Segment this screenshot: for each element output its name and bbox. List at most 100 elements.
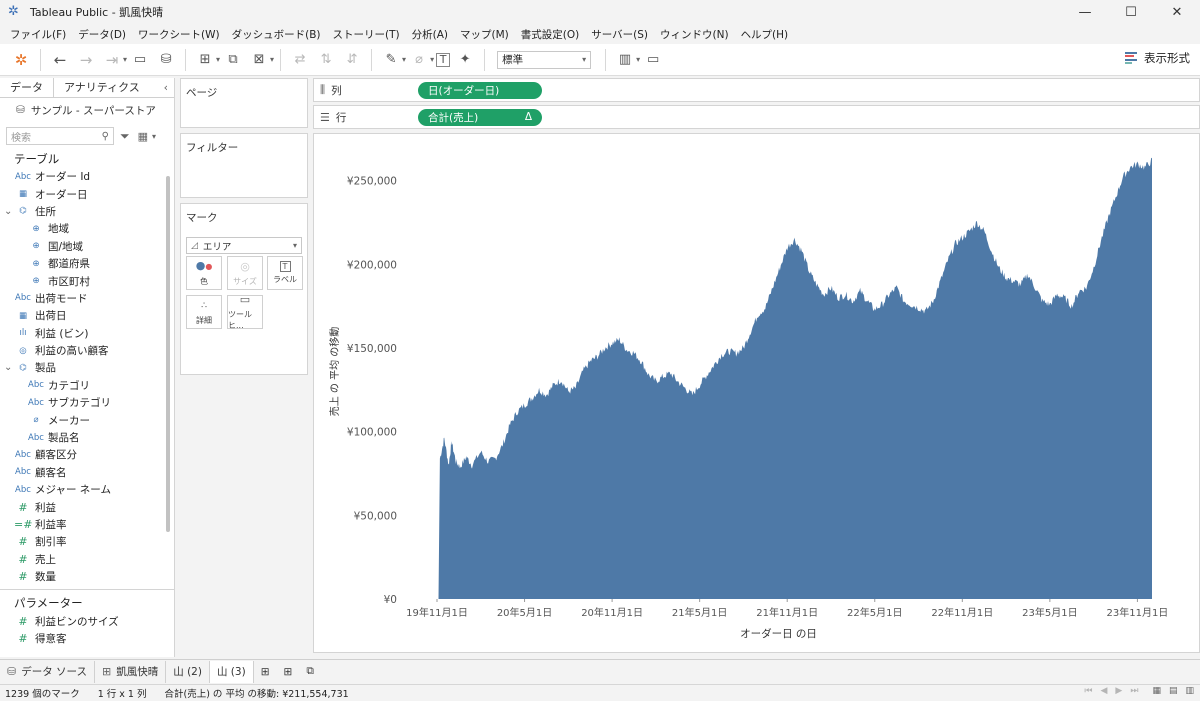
tab-analytics[interactable]: アナリティクス: [54, 78, 150, 97]
field-item[interactable]: ⌄ ⌬ 製品: [0, 359, 174, 376]
group-members-icon[interactable]: ⌀: [408, 48, 430, 72]
field-item[interactable]: ◎ 利益の高い顧客: [0, 342, 174, 359]
field-item[interactable]: ⌄ ⌬ 住所: [0, 203, 174, 220]
field-item[interactable]: Abc 製品名: [0, 429, 174, 446]
show-me-button[interactable]: 表示形式: [1125, 50, 1190, 66]
sheet-sorter-icon[interactable]: ▦: [1152, 686, 1161, 696]
field-item[interactable]: Abc 顧客名: [0, 464, 174, 481]
field-item[interactable]: ⊕ 市区町村: [0, 272, 174, 289]
menu-server[interactable]: サーバー(S): [585, 27, 654, 42]
menu-map[interactable]: マップ(M): [454, 27, 515, 42]
columns-pill[interactable]: 日(オーダー日): [418, 81, 542, 99]
rows-shelf[interactable]: ☰ 行 合計(売上) Δ: [313, 105, 1200, 129]
field-item[interactable]: ⊕ 都道府県: [0, 255, 174, 272]
menu-dashboard[interactable]: ダッシュボード(B): [226, 27, 327, 42]
next-sheet-icon[interactable]: ▶: [1115, 686, 1122, 696]
field-item[interactable]: Abc サブカテゴリ: [0, 394, 174, 411]
field-list-scrollbar[interactable]: [166, 176, 170, 532]
minimize-button[interactable]: —: [1062, 0, 1108, 24]
field-item[interactable]: ⊕ 国/地域: [0, 238, 174, 255]
fit-dropdown[interactable]: 標準 ▾: [497, 50, 592, 69]
expand-chevron-icon[interactable]: ⌄: [4, 362, 14, 373]
duplicate-sheet-icon[interactable]: ⧉: [222, 48, 244, 72]
menu-analysis[interactable]: 分析(A): [406, 27, 454, 42]
field-item[interactable]: # 割引率: [0, 533, 174, 550]
last-sheet-icon[interactable]: ⏭: [1130, 686, 1138, 696]
field-item[interactable]: ⊕ 地域: [0, 220, 174, 237]
field-item[interactable]: ⌀ メーカー: [0, 411, 174, 428]
view-options-icon[interactable]: ▦: [138, 130, 148, 143]
replay-icon[interactable]: ⇥: [101, 48, 123, 72]
mark-type-dropdown[interactable]: ◿ エリア ▾: [186, 237, 302, 254]
menu-format[interactable]: 書式設定(O): [515, 27, 585, 42]
field-item[interactable]: # 利益ビンのサイズ: [0, 612, 174, 629]
field-item[interactable]: Abc 出荷モード: [0, 290, 174, 307]
tab-datasource[interactable]: ⛁ データ ソース: [0, 660, 96, 683]
group-members-dropdown-icon[interactable]: ▾: [430, 55, 434, 64]
highlight-dropdown-icon[interactable]: ▾: [402, 55, 406, 64]
label-button[interactable]: T ラベル: [267, 256, 303, 290]
replay-dropdown-icon[interactable]: ▾: [123, 55, 127, 64]
field-item[interactable]: # 利益: [0, 498, 174, 515]
field-item[interactable]: =# 利益率: [0, 516, 174, 533]
columns-shelf[interactable]: ⫼ 列 日(オーダー日): [313, 78, 1200, 102]
field-item[interactable]: Abc メジャー ネーム: [0, 481, 174, 498]
new-dashboard-tab-icon[interactable]: ⊞: [277, 661, 300, 683]
menu-help[interactable]: ヘルプ(H): [735, 27, 795, 42]
field-item[interactable]: # 得意客: [0, 630, 174, 647]
sort-descending-icon[interactable]: ⇵: [341, 48, 363, 72]
new-worksheet-tab-icon[interactable]: ⊞: [254, 661, 277, 683]
menu-window[interactable]: ウィンドウ(N): [654, 27, 735, 42]
tab-sheet-2[interactable]: 山 (2): [166, 660, 210, 683]
sort-ascending-icon[interactable]: ⇅: [315, 48, 337, 72]
prev-sheet-icon[interactable]: ◀: [1101, 686, 1108, 696]
filters-card[interactable]: フィルター: [180, 133, 308, 198]
field-item[interactable]: # 売上: [0, 551, 174, 568]
undo-icon[interactable]: ←: [49, 48, 71, 72]
view-options-dropdown-icon[interactable]: ▾: [152, 132, 156, 141]
swap-rows-columns-icon[interactable]: ⇄: [289, 48, 311, 72]
new-worksheet-dropdown-icon[interactable]: ▾: [216, 55, 220, 64]
search-input[interactable]: 検索 ⚲: [6, 127, 114, 145]
expand-chevron-icon[interactable]: ⌄: [4, 206, 14, 217]
new-story-tab-icon[interactable]: ⧉: [299, 661, 321, 683]
tabs-icon[interactable]: ▥: [1185, 686, 1194, 696]
highlight-icon[interactable]: ✎: [380, 48, 402, 72]
collapse-pane-icon[interactable]: ‹: [164, 78, 174, 97]
save-icon[interactable]: ▭: [129, 48, 151, 72]
size-button[interactable]: ◎ サイズ: [227, 256, 263, 290]
presentation-mode-icon[interactable]: ▭: [642, 48, 664, 72]
first-sheet-icon[interactable]: ⏮: [1084, 686, 1092, 696]
show-cards-icon[interactable]: ▥: [614, 48, 636, 72]
detail-button[interactable]: ∴ 詳細: [186, 295, 222, 329]
maximize-button[interactable]: ☐: [1108, 0, 1154, 24]
filmstrip-icon[interactable]: ▤: [1169, 686, 1178, 696]
clear-sheet-dropdown-icon[interactable]: ▾: [270, 55, 274, 64]
close-button[interactable]: ✕: [1154, 0, 1200, 24]
pages-card[interactable]: ページ: [180, 78, 308, 128]
menu-file[interactable]: ファイル(F): [4, 27, 72, 42]
new-worksheet-icon[interactable]: ⊞: [194, 48, 216, 72]
menu-story[interactable]: ストーリー(T): [327, 27, 406, 42]
field-item[interactable]: ılı 利益 (ビン): [0, 325, 174, 342]
show-cards-dropdown-icon[interactable]: ▾: [636, 55, 640, 64]
field-item[interactable]: ▦ 出荷日: [0, 307, 174, 324]
menu-data[interactable]: データ(D): [72, 27, 132, 42]
color-button[interactable]: ●● 色: [186, 256, 222, 290]
field-item[interactable]: Abc オーダー Id: [0, 168, 174, 185]
start-page-icon[interactable]: ✲: [10, 48, 32, 72]
new-datasource-icon[interactable]: ⛁: [155, 48, 177, 72]
redo-icon[interactable]: →: [75, 48, 97, 72]
fix-axes-icon[interactable]: ✦: [454, 48, 476, 72]
filter-icon[interactable]: ⏷: [120, 129, 130, 144]
tab-sheet-3[interactable]: 山 (3): [209, 660, 254, 683]
tab-data[interactable]: データ: [0, 78, 54, 97]
menu-worksheet[interactable]: ワークシート(W): [132, 27, 226, 42]
rows-pill[interactable]: 合計(売上) Δ: [418, 108, 542, 126]
area-chart[interactable]: ¥250,000 ¥200,000 ¥150,000 ¥100,000 ¥50,000 ¥…: [314, 134, 1199, 652]
field-item[interactable]: ▦ オーダー日: [0, 185, 174, 202]
field-item[interactable]: # 数量: [0, 568, 174, 585]
field-item[interactable]: Abc カテゴリ: [0, 377, 174, 394]
clear-sheet-icon[interactable]: ⊠: [248, 48, 270, 72]
field-item[interactable]: Abc 顧客区分: [0, 446, 174, 463]
